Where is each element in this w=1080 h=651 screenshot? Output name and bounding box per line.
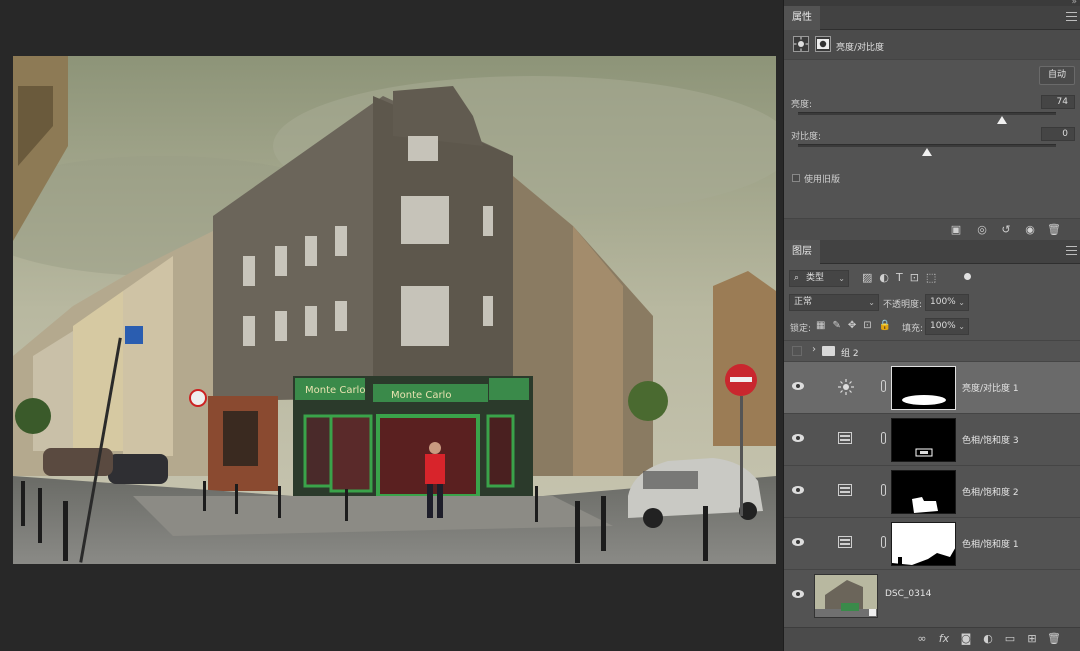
layers-panel: 图层 ⌕ 类型 ⌄ ▨◐T⊡⬚ 正常 ⌄ 不透明度: 100% ⌄ 锁定: ▦✎…: [784, 240, 1080, 651]
layers-menu-icon[interactable]: [1066, 246, 1077, 256]
layer-mask-thumbnail[interactable]: [891, 418, 956, 462]
layer-filter-value: 类型: [806, 273, 825, 283]
new-group-icon[interactable]: ▭: [1002, 631, 1018, 647]
layer-mask-icon[interactable]: [815, 36, 831, 52]
layers-tabbar: 图层: [784, 240, 1080, 264]
properties-title: 亮度/对比度: [836, 43, 885, 53]
link-layers-icon[interactable]: ∞: [914, 631, 930, 647]
legacy-checkbox-label: 使用旧版: [804, 175, 841, 185]
reset-icon[interactable]: ↺: [998, 222, 1014, 238]
hue-saturation-icon: [838, 484, 852, 496]
opacity-value: 100%: [930, 297, 956, 307]
contrast-value-input[interactable]: 0: [1041, 127, 1075, 141]
chevron-down-icon: ⌄: [958, 298, 965, 307]
layer-name: 亮度/对比度 1: [962, 384, 1019, 394]
shop-sign-center: Monte Carlo: [391, 390, 451, 401]
layers-footer: ∞ fx ◙ ◐ ▭ ⊞ 🗑: [784, 627, 1080, 651]
brightness-slider-thumb[interactable]: [996, 116, 1007, 124]
eye-icon[interactable]: [792, 486, 804, 494]
brightness-adjustment-icon[interactable]: [793, 36, 809, 52]
eye-icon[interactable]: [792, 382, 804, 390]
lock-label: 锁定:: [790, 324, 812, 334]
contrast-slider[interactable]: [798, 144, 1056, 156]
eye-icon[interactable]: [792, 434, 804, 442]
layer-group-row[interactable]: › 组 2: [784, 340, 1080, 361]
visibility-toggle-empty[interactable]: [792, 346, 802, 356]
brightness-slider[interactable]: [798, 112, 1056, 124]
chevron-down-icon: ⌄: [958, 322, 965, 331]
eye-icon[interactable]: [792, 538, 804, 546]
delete-adjustment-icon[interactable]: 🗑: [1046, 222, 1062, 238]
properties-panel: 属性 亮度/对比度 自动 亮度: 74 对比度: 0 使用旧版 ▣ ◎ ↺ ◉ …: [784, 6, 1080, 240]
brightness-label: 亮度:: [791, 100, 813, 110]
fill-value: 100%: [930, 321, 956, 331]
properties-tabbar: 属性: [784, 6, 1080, 30]
visibility-icon[interactable]: ◉: [1022, 222, 1038, 238]
clip-to-layer-icon[interactable]: ▣: [948, 222, 964, 238]
right-dock: » 属性 亮度/对比度 自动 亮度: 74 对比度: 0 使用旧版 ▣ ◎ ↺ …: [783, 0, 1080, 651]
layer-row[interactable]: 亮度/对比度 1: [784, 361, 1080, 413]
layer-mask-thumbnail[interactable]: [891, 366, 956, 410]
auto-button[interactable]: 自动: [1039, 66, 1075, 85]
layer-row[interactable]: 色相/饱和度 2: [784, 465, 1080, 517]
layer-row[interactable]: DSC_0314: [784, 569, 1080, 621]
properties-menu-icon[interactable]: [1066, 12, 1077, 22]
layer-name: DSC_0314: [885, 589, 932, 599]
search-icon: ⌕: [794, 273, 800, 283]
layer-row[interactable]: 色相/饱和度 1: [784, 517, 1080, 569]
brightness-value-input[interactable]: 74: [1041, 95, 1075, 109]
tab-layers[interactable]: 图层: [784, 240, 820, 264]
hue-saturation-icon: [838, 536, 852, 548]
layer-name: 色相/饱和度 3: [962, 436, 1019, 446]
eye-icon[interactable]: [792, 590, 804, 598]
filter-toggle-icon[interactable]: [964, 273, 971, 280]
link-icon[interactable]: [881, 536, 886, 548]
adjustment-layer-icon[interactable]: ◐: [980, 631, 996, 647]
layer-name: 色相/饱和度 2: [962, 488, 1019, 498]
chevron-right-icon[interactable]: ›: [812, 344, 816, 355]
layer-image-thumbnail[interactable]: [814, 574, 878, 618]
blend-mode-value: 正常: [794, 297, 813, 307]
blend-mode-select[interactable]: 正常 ⌄: [789, 294, 879, 311]
layer-row[interactable]: 色相/饱和度 3: [784, 413, 1080, 465]
legacy-checkbox[interactable]: [792, 174, 800, 182]
properties-header: 亮度/对比度: [784, 30, 1080, 60]
properties-footer: ▣ ◎ ↺ ◉ 🗑: [784, 218, 1080, 240]
layer-mask-thumbnail[interactable]: [891, 522, 956, 566]
shop-sign-left: Monte Carlo: [305, 385, 365, 396]
layer-filter-icons[interactable]: ▨◐T⊡⬚: [862, 271, 943, 284]
link-icon[interactable]: [881, 484, 886, 496]
link-icon[interactable]: [881, 380, 886, 392]
hue-saturation-icon: [838, 432, 852, 444]
fill-label: 填充:: [902, 324, 924, 334]
new-layer-icon[interactable]: ⊞: [1024, 631, 1040, 647]
layer-mask-thumbnail[interactable]: [891, 470, 956, 514]
link-icon[interactable]: [881, 432, 886, 444]
fx-icon[interactable]: fx: [936, 631, 952, 647]
fill-input[interactable]: 100% ⌄: [925, 318, 969, 335]
group-name: 组 2: [841, 349, 859, 359]
layer-name: 色相/饱和度 1: [962, 540, 1019, 550]
street-scene-image: Monte Carlo Monte Carlo: [13, 56, 776, 564]
contrast-label: 对比度:: [791, 132, 822, 142]
view-previous-state-icon[interactable]: ◎: [974, 222, 990, 238]
brightness-icon: [838, 379, 854, 395]
chevron-down-icon: ⌄: [868, 298, 875, 307]
layer-filter-select[interactable]: ⌕ 类型 ⌄: [789, 270, 849, 287]
delete-layer-icon[interactable]: 🗑: [1046, 631, 1062, 647]
document-photo[interactable]: Monte Carlo Monte Carlo: [13, 56, 776, 564]
add-mask-icon[interactable]: ◙: [958, 631, 974, 647]
chevron-down-icon: ⌄: [838, 274, 845, 283]
opacity-input[interactable]: 100% ⌄: [925, 294, 969, 311]
opacity-label: 不透明度:: [883, 300, 923, 310]
contrast-slider-thumb[interactable]: [922, 148, 932, 156]
canvas-area[interactable]: Monte Carlo Monte Carlo: [0, 0, 783, 651]
folder-icon: [822, 346, 835, 356]
tab-properties[interactable]: 属性: [784, 6, 820, 30]
lock-icons[interactable]: ▦✎✥⊡🔒: [816, 320, 898, 331]
